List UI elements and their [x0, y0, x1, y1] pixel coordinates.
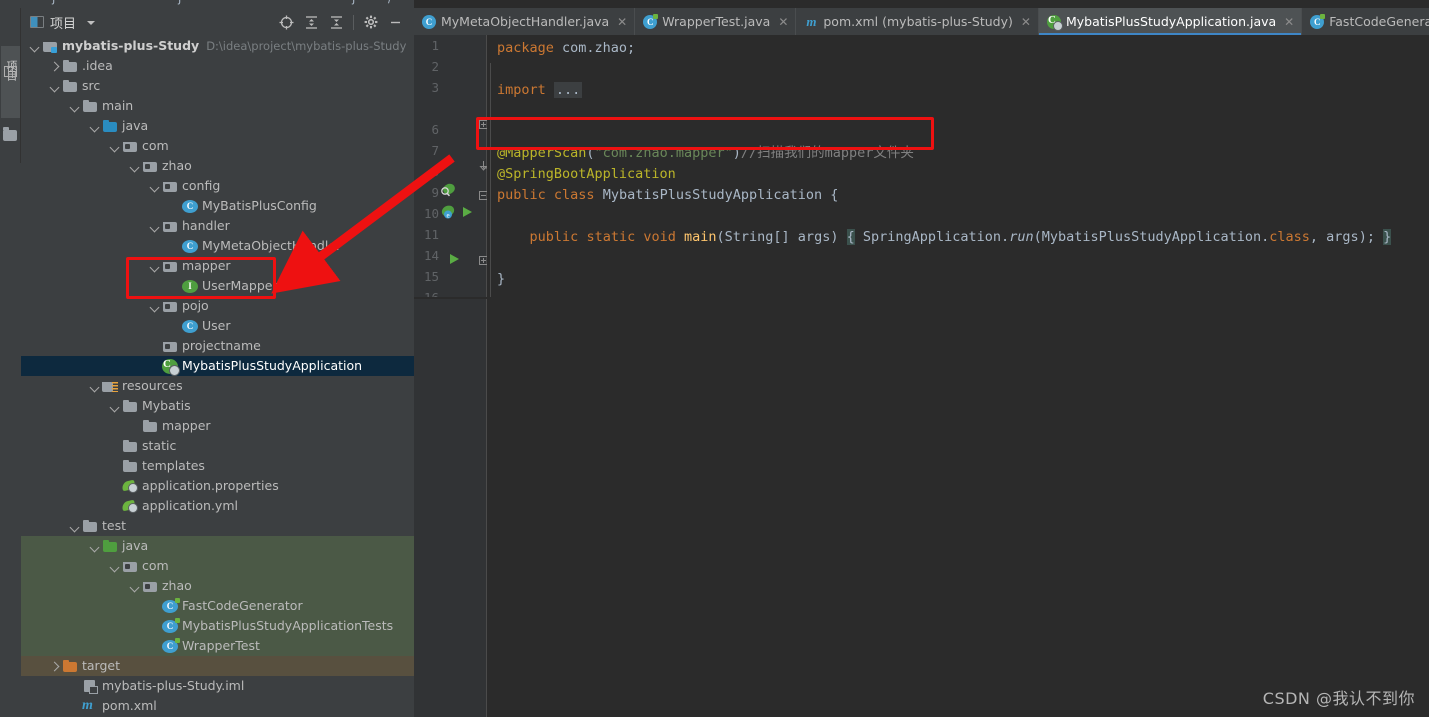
annotation-arrow [271, 154, 455, 294]
ide-window: j j j / j 项目 项目 [0, 0, 1429, 717]
red-highlight-box-mapper-package [126, 257, 276, 299]
red-highlight-box-mapperscan [476, 117, 934, 150]
watermark-text: CSDN @我认不到你 [1262, 689, 1415, 708]
arrow-line [271, 154, 455, 294]
